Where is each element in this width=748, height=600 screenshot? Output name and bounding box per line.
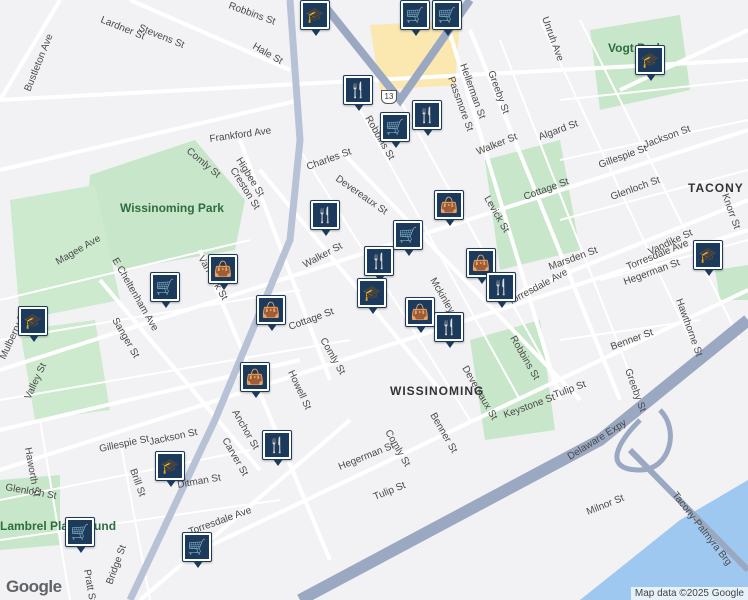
shopping-cart-marker[interactable]: 🛒: [182, 532, 212, 568]
restaurant-icon: 🍴: [346, 78, 370, 102]
street-label: Unruh Ave: [539, 15, 565, 63]
restaurant-marker[interactable]: 🍴: [412, 100, 442, 136]
street-label: Howell St: [285, 369, 313, 412]
street-label: Milnor St: [585, 493, 626, 518]
restaurant-marker[interactable]: 🍴: [486, 272, 516, 308]
street-label: Pratt St: [81, 569, 98, 600]
shopping-bag-marker[interactable]: 👜: [240, 362, 270, 398]
street-label: Benner St: [427, 411, 459, 455]
street-label: Algard St: [537, 118, 580, 142]
restaurant-icon: 🍴: [313, 203, 337, 227]
restaurant-marker[interactable]: 🍴: [364, 246, 394, 282]
shopping-bag-marker[interactable]: 👜: [208, 254, 238, 290]
restaurant-marker[interactable]: 🍴: [434, 312, 464, 348]
street-label: Bustleton Ave: [23, 32, 56, 93]
restaurant-icon: 🍴: [489, 275, 513, 299]
park-label: Lambrel Playground: [0, 519, 116, 533]
street-label: Tulip St: [372, 480, 407, 503]
shopping-cart-marker[interactable]: 🛒: [150, 272, 180, 308]
shopping-cart-icon: 🛒: [185, 535, 209, 559]
neighborhood-label: WISSINOMING: [390, 384, 484, 398]
school-icon: 🎓: [158, 454, 182, 478]
restaurant-marker[interactable]: 🍴: [343, 75, 373, 111]
school-marker[interactable]: 🎓: [635, 45, 665, 81]
google-logo: Google: [6, 577, 62, 596]
shopping-bag-icon: 👜: [408, 300, 432, 324]
school-icon: 🎓: [21, 309, 45, 333]
shopping-cart-icon: 🛒: [396, 223, 420, 247]
park-label: Wissinoming Park: [120, 201, 224, 215]
street-label: Jackson St: [148, 427, 198, 448]
restaurant-icon: 🍴: [367, 249, 391, 273]
school-marker[interactable]: 🎓: [300, 0, 330, 36]
street-label: Charles St: [305, 146, 353, 172]
shopping-bag-icon: 👜: [259, 298, 283, 322]
restaurant-icon: 🍴: [265, 433, 289, 457]
shopping-bag-icon: 👜: [211, 257, 235, 281]
shopping-bag-icon: 👜: [243, 365, 267, 389]
school-marker[interactable]: 🎓: [18, 306, 48, 342]
school-marker[interactable]: 🎓: [155, 451, 185, 487]
shopping-cart-icon: 🛒: [435, 3, 459, 27]
shopping-cart-marker[interactable]: 🛒: [65, 517, 95, 553]
shopping-cart-icon: 🛒: [403, 3, 427, 27]
school-icon: 🎓: [303, 3, 327, 27]
street-label: Hawthorne St: [673, 297, 704, 358]
shopping-cart-icon: 🛒: [68, 520, 92, 544]
street-label: Lardner St: [99, 15, 147, 43]
shopping-bag-marker[interactable]: 👜: [405, 297, 435, 333]
street-label: Glenloch St: [609, 175, 662, 203]
school-marker[interactable]: 🎓: [693, 240, 723, 276]
street-label: Greeby St: [485, 69, 511, 115]
neighborhood-label: TACONY: [688, 181, 744, 195]
shopping-cart-marker[interactable]: 🛒: [380, 112, 410, 148]
street-label: Hegerman St: [337, 440, 396, 472]
school-icon: 🎓: [638, 48, 662, 72]
route-shield: 13: [381, 90, 397, 104]
school-icon: 🎓: [696, 243, 720, 267]
restaurant-icon: 🍴: [437, 315, 461, 339]
street-label: Jackson St: [642, 124, 692, 151]
shopping-cart-marker[interactable]: 🛒: [400, 0, 430, 36]
street-label: Bridge St: [104, 543, 128, 586]
shopping-cart-icon: 🛒: [383, 115, 407, 139]
shopping-cart-marker[interactable]: 🛒: [432, 0, 462, 36]
shopping-cart-marker[interactable]: 🛒: [393, 220, 423, 256]
shopping-cart-icon: 🛒: [153, 275, 177, 299]
school-marker[interactable]: 🎓: [357, 278, 387, 314]
street-label: Robbins St: [227, 0, 277, 27]
map-attribution[interactable]: Map data ©2025 Google: [630, 587, 748, 600]
school-icon: 🎓: [360, 281, 384, 305]
restaurant-marker[interactable]: 🍴: [310, 200, 340, 236]
shopping-bag-marker[interactable]: 👜: [434, 190, 464, 226]
restaurant-marker[interactable]: 🍴: [262, 430, 292, 466]
shopping-bag-marker[interactable]: 👜: [256, 295, 286, 331]
river: [580, 480, 748, 600]
shopping-bag-icon: 👜: [437, 193, 461, 217]
restaurant-icon: 🍴: [415, 103, 439, 127]
